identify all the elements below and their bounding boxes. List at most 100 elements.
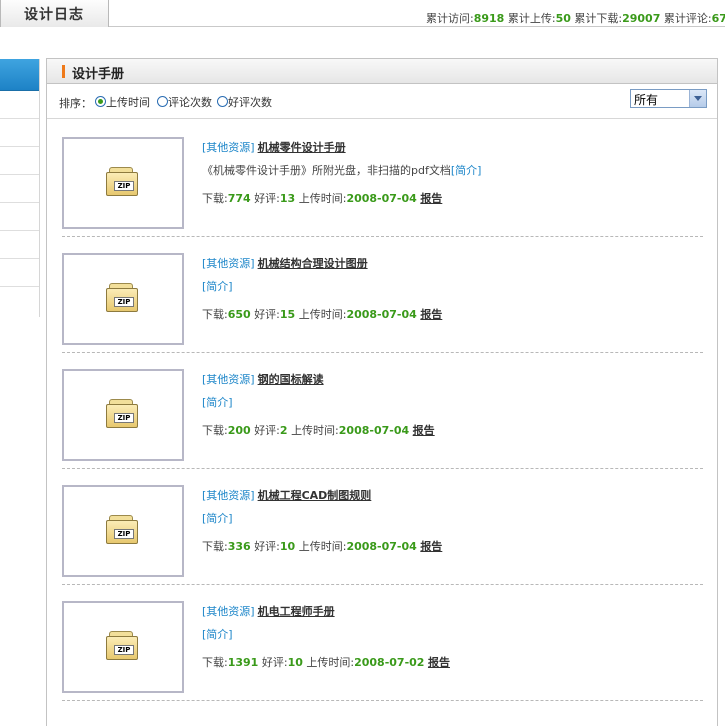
comments-count: 67 xyxy=(711,12,725,25)
upload-time-label: 上传时间: xyxy=(306,656,355,669)
sidebar-item[interactable] xyxy=(0,91,39,119)
filter-selected-value: 所有 xyxy=(634,93,659,107)
radio-checked-icon[interactable] xyxy=(95,96,106,107)
brief-link[interactable]: [简介] xyxy=(451,164,482,177)
downloads-value: 774 xyxy=(227,192,251,205)
zip-file-icon: ZIP xyxy=(106,167,140,197)
likes-label: 好评: xyxy=(261,656,288,669)
zip-file-icon: ZIP xyxy=(106,283,140,313)
downloads-value: 650 xyxy=(227,308,251,321)
radio-icon[interactable] xyxy=(157,96,168,107)
resource-thumbnail[interactable]: ZIP xyxy=(62,137,184,229)
sidebar-item[interactable] xyxy=(0,119,39,147)
title-accent-bar xyxy=(62,65,65,78)
chevron-down-icon[interactable] xyxy=(689,90,706,107)
uploads-count: 50 xyxy=(555,12,571,25)
filter-select[interactable]: 所有 xyxy=(630,89,707,108)
resource-category-link[interactable]: [其他资源] xyxy=(202,373,255,386)
upload-time-label: 上传时间: xyxy=(298,540,347,553)
upload-date-value: 2008-07-04 xyxy=(346,308,417,321)
sort-bar: 排序： 上传时间 评论次数 好评次数 所有 xyxy=(47,84,717,119)
panel-header: 设计手册 xyxy=(47,59,717,84)
top-bar: 设计日志 累计访问:8918 累计上传:50 累计下载:29007 累计评论:6… xyxy=(0,0,725,27)
brief-link[interactable]: [简介] xyxy=(202,512,233,525)
resource-title-link[interactable]: 机械工程CAD制图规则 xyxy=(258,489,372,502)
likes-value: 2 xyxy=(279,424,288,437)
likes-label: 好评: xyxy=(254,192,280,205)
brief-link[interactable]: [简介] xyxy=(202,396,233,409)
downloads-label: 下载: xyxy=(202,656,228,669)
zip-label: ZIP xyxy=(114,297,134,307)
resource-meta: 下载:774 好评:13 上传时间:2008-07-04 报告 xyxy=(202,190,442,206)
zip-label: ZIP xyxy=(114,181,134,191)
sidebar-item[interactable] xyxy=(0,203,39,231)
downloads-label: 下载: xyxy=(202,192,228,205)
sort-by-upload-time[interactable]: 上传时间 xyxy=(95,94,150,110)
sidebar-item[interactable] xyxy=(0,175,39,203)
likes-value: 10 xyxy=(279,540,296,553)
likes-value: 10 xyxy=(287,656,303,669)
resource-thumbnail[interactable]: ZIP xyxy=(62,369,184,461)
likes-label: 好评: xyxy=(254,540,280,553)
resource-category-link[interactable]: [其他资源] xyxy=(202,141,255,154)
sidebar xyxy=(0,59,40,317)
sidebar-item[interactable] xyxy=(0,147,39,175)
resource-item: ZIP [其他资源] 机械零件设计手册 《机械零件设计手册》所附光盘，非扫描的pd… xyxy=(62,121,703,237)
upload-date-value: 2008-07-04 xyxy=(346,192,417,205)
sidebar-header[interactable] xyxy=(0,59,39,91)
zip-file-icon: ZIP xyxy=(106,399,140,429)
resource-title-link[interactable]: 机械零件设计手册 xyxy=(258,141,346,154)
resource-thumbnail[interactable]: ZIP xyxy=(62,485,184,577)
tab-design-log[interactable]: 设计日志 xyxy=(0,0,109,27)
resource-title-link[interactable]: 机械结构合理设计图册 xyxy=(258,257,368,270)
upload-date-value: 2008-07-04 xyxy=(338,424,410,437)
sidebar-item[interactable] xyxy=(0,287,39,315)
report-link[interactable]: 报告 xyxy=(420,308,442,321)
resource-thumbnail[interactable]: ZIP xyxy=(62,601,184,693)
brief-link[interactable]: [简介] xyxy=(202,280,233,293)
resource-title-link[interactable]: 机电工程师手册 xyxy=(258,605,335,618)
resource-item: ZIP [其他资源] 机械工程CAD制图规则 [简介] 下载:336 好评:10 … xyxy=(62,469,703,585)
resource-meta: 下载:650 好评:15 上传时间:2008-07-04 报告 xyxy=(202,306,442,322)
sort-by-likes[interactable]: 好评次数 xyxy=(217,94,272,110)
uploads-label: 累计上传: xyxy=(507,12,556,25)
resource-thumbnail[interactable]: ZIP xyxy=(62,253,184,345)
resource-category-link[interactable]: [其他资源] xyxy=(202,257,255,270)
upload-time-label: 上传时间: xyxy=(298,308,347,321)
zip-label: ZIP xyxy=(114,645,134,655)
resource-category-link[interactable]: [其他资源] xyxy=(202,605,255,618)
zip-label: ZIP xyxy=(114,529,134,539)
likes-label: 好评: xyxy=(254,424,280,437)
stats-summary: 累计访问:8918 累计上传:50 累计下载:29007 累计评论:67 xyxy=(426,10,725,26)
panel-title: 设计手册 xyxy=(72,67,125,82)
sort-label: 排序： xyxy=(59,97,92,110)
likes-label: 好评: xyxy=(254,308,280,321)
resource-title-link[interactable]: 钢的国标解读 xyxy=(258,373,324,386)
sort-option-label: 好评次数 xyxy=(228,96,272,109)
report-link[interactable]: 报告 xyxy=(428,656,450,669)
resource-item: ZIP [其他资源] 机电工程师手册 [简介] 下载:1391 好评:10 上传时… xyxy=(62,585,703,701)
downloads-value: 336 xyxy=(227,540,251,553)
resource-item: ZIP [其他资源] 机械结构合理设计图册 [简介] 下载:650 好评:15 上… xyxy=(62,237,703,353)
visits-count: 8918 xyxy=(473,12,505,25)
sort-by-comments[interactable]: 评论次数 xyxy=(157,94,212,110)
resource-description: 《机械零件设计手册》所附光盘，非扫描的pdf文档 xyxy=(202,164,451,177)
likes-value: 15 xyxy=(279,308,296,321)
visits-label: 累计访问: xyxy=(426,12,474,25)
resource-item: ZIP [其他资源] 钢的国标解读 [简介] 下载:200 好评:2 上传时间:2… xyxy=(62,353,703,469)
report-link[interactable]: 报告 xyxy=(420,540,442,553)
resource-meta: 下载:336 好评:10 上传时间:2008-07-04 报告 xyxy=(202,538,442,554)
brief-link[interactable]: [简介] xyxy=(202,628,233,641)
sidebar-item[interactable] xyxy=(0,259,39,287)
downloads-label: 下载: xyxy=(202,540,228,553)
report-link[interactable]: 报告 xyxy=(413,424,435,437)
radio-icon[interactable] xyxy=(217,96,228,107)
report-link[interactable]: 报告 xyxy=(420,192,442,205)
zip-file-icon: ZIP xyxy=(106,515,140,545)
sort-option-label: 评论次数 xyxy=(168,96,212,109)
sidebar-item[interactable] xyxy=(0,231,39,259)
zip-file-icon: ZIP xyxy=(106,631,140,661)
resource-category-link[interactable]: [其他资源] xyxy=(202,489,255,502)
upload-time-label: 上传时间: xyxy=(291,424,339,437)
downloads-value: 1391 xyxy=(227,656,259,669)
